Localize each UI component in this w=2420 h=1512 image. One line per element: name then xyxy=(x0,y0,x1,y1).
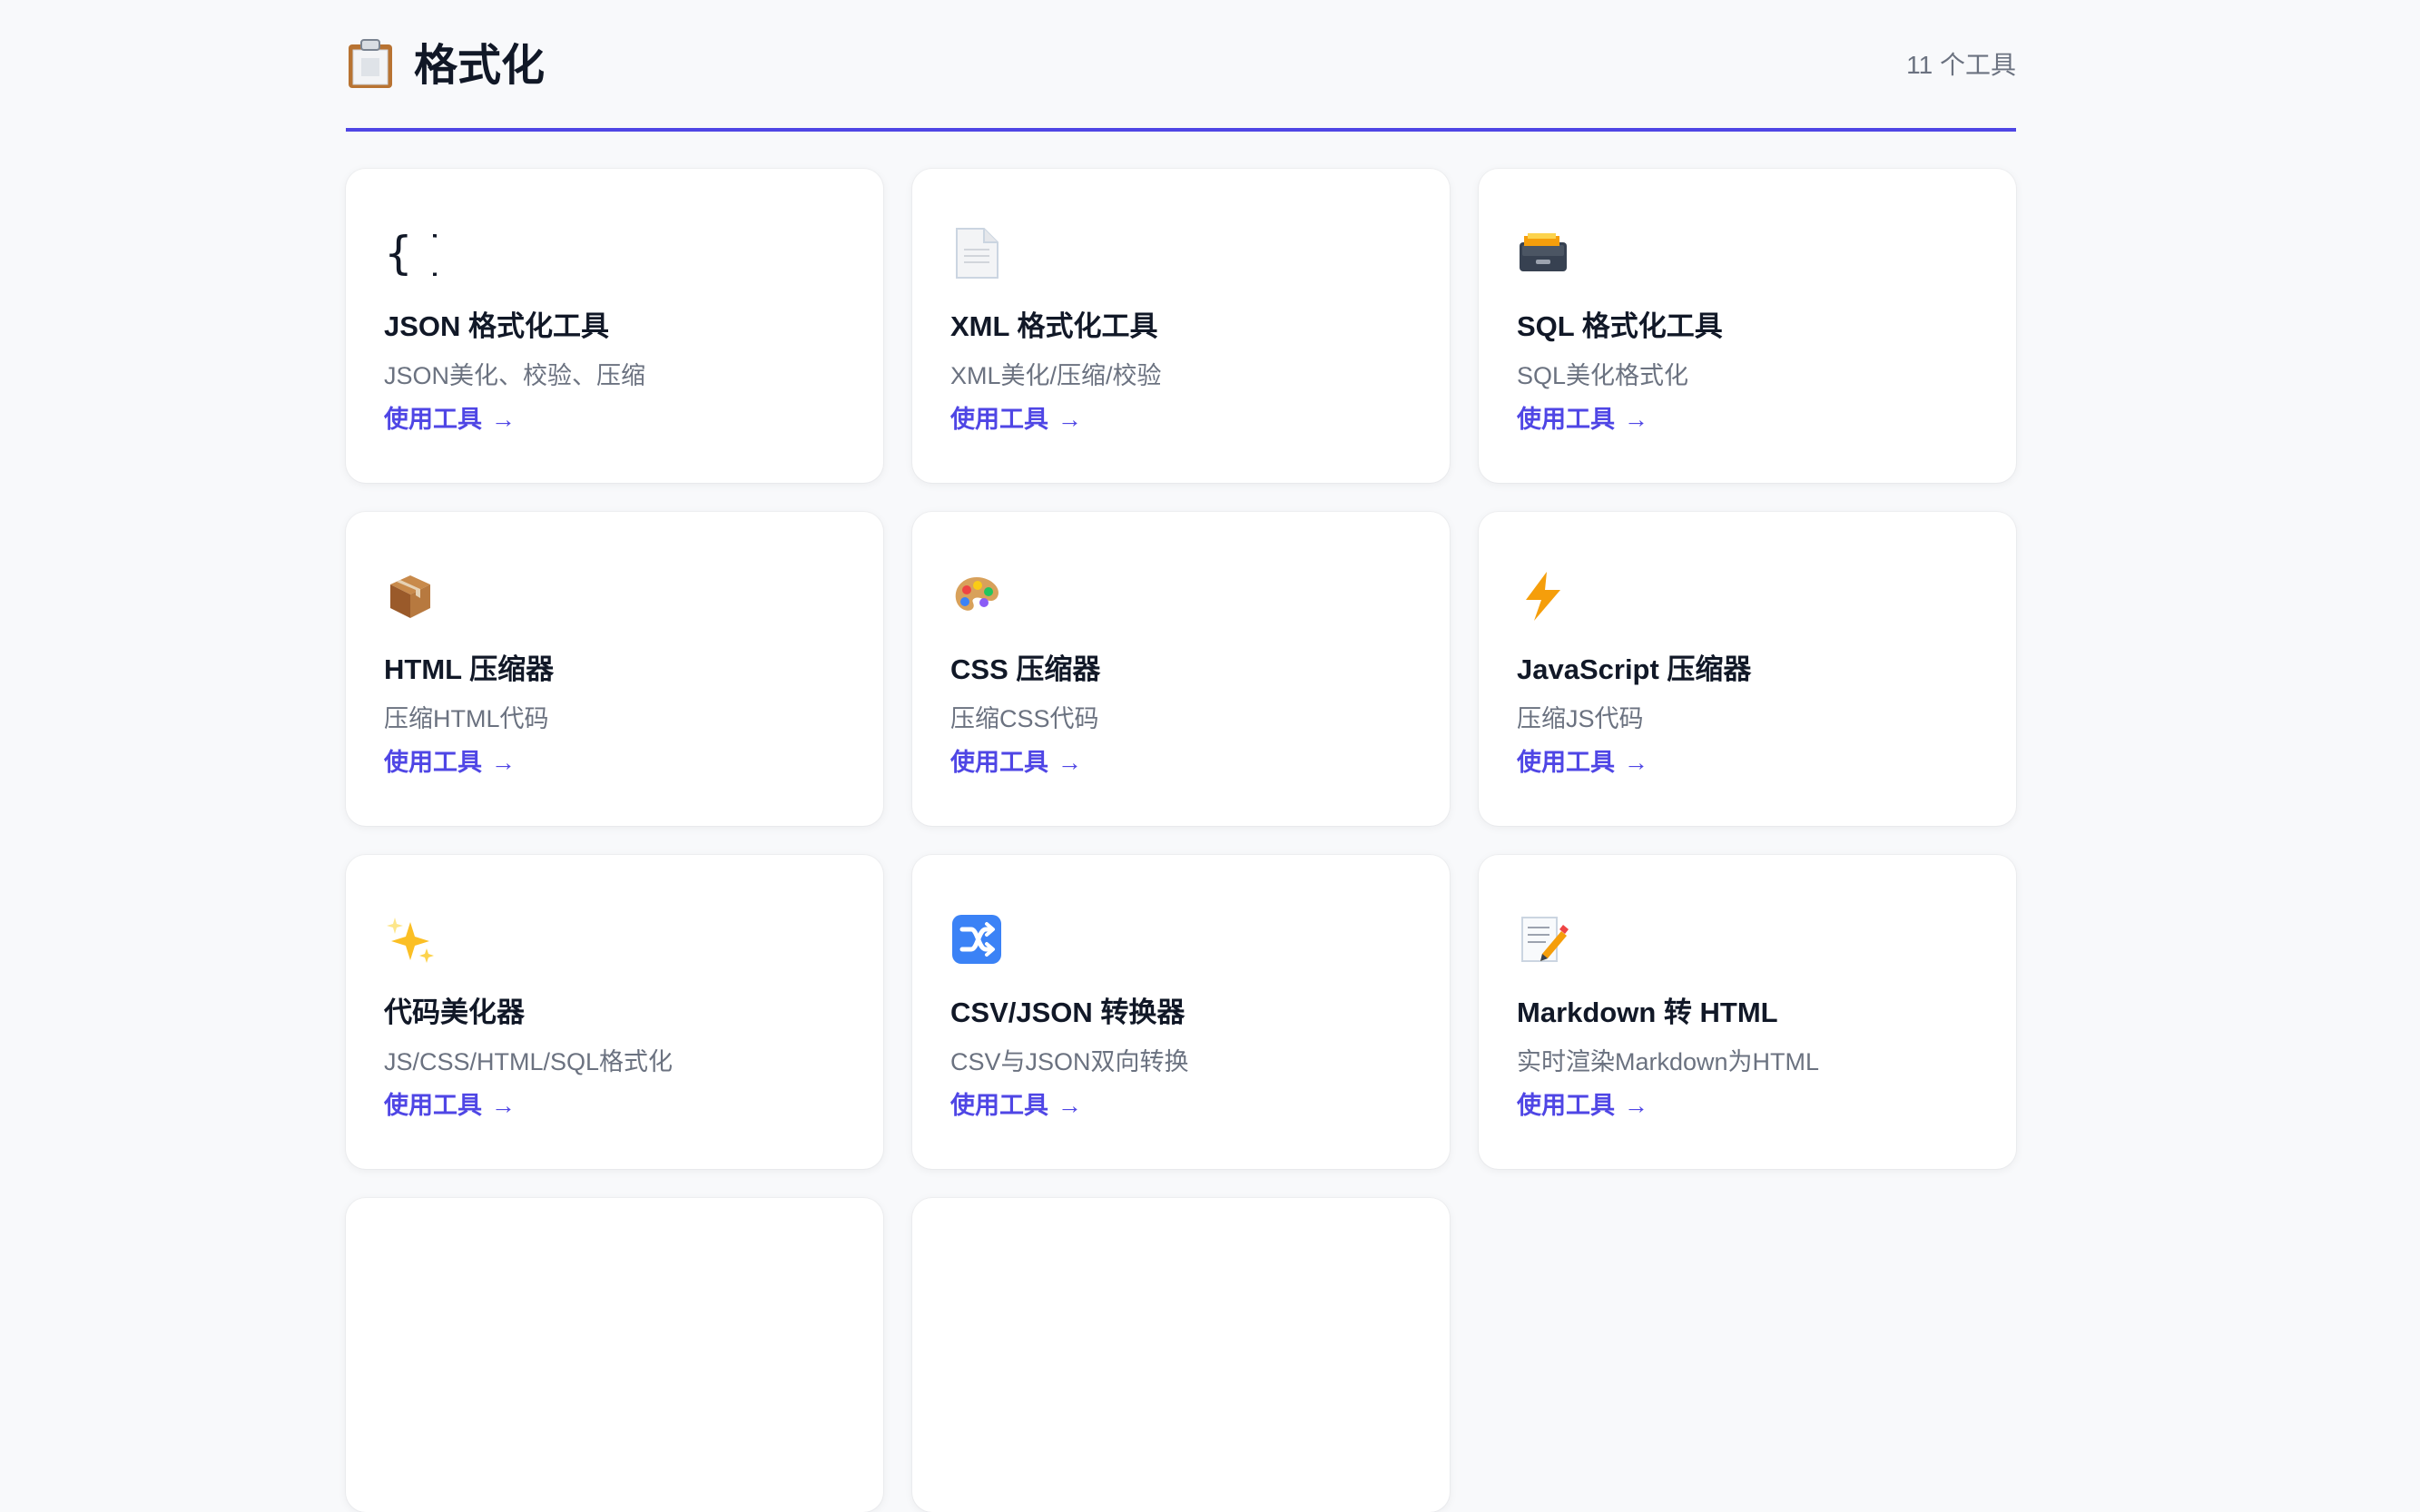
arrow-right-icon: → xyxy=(1624,749,1648,776)
use-tool-label: 使用工具 xyxy=(1517,749,1615,776)
arrow-right-icon: → xyxy=(1058,749,1082,776)
use-tool-label: 使用工具 xyxy=(384,749,482,776)
arrow-right-icon: → xyxy=(491,406,516,433)
arrow-right-icon: → xyxy=(1058,1092,1082,1119)
tool-card-markdown-to-html[interactable]: Markdown 转 HTML 实时渲染Markdown为HTML 使用工具 → xyxy=(1479,855,2016,1169)
tool-title: JavaScript 压缩器 xyxy=(1517,653,1752,685)
tool-card-csv-json-converter[interactable]: CSV/JSON 转换器 CSV与JSON双向转换 使用工具 → xyxy=(912,855,1450,1169)
tool-title: SQL 格式化工具 xyxy=(1517,310,1723,342)
tool-description: 实时渲染Markdown为HTML xyxy=(1517,1048,1820,1075)
arrow-right-icon: → xyxy=(491,749,516,776)
svg-text:{ }: { } xyxy=(384,227,437,280)
use-tool-link[interactable]: 使用工具 → xyxy=(950,403,1082,436)
use-tool-label: 使用工具 xyxy=(384,1092,482,1119)
use-tool-link[interactable]: 使用工具 → xyxy=(1517,746,1648,779)
use-tool-link[interactable]: 使用工具 → xyxy=(384,1089,516,1122)
use-tool-label: 使用工具 xyxy=(1517,1092,1615,1119)
tool-card-css-minifier[interactable]: CSS 压缩器 压缩CSS代码 使用工具 → xyxy=(912,512,1450,826)
section-header: 格式化 11 个工具 xyxy=(346,0,2016,132)
package-icon xyxy=(390,575,430,618)
lightning-icon xyxy=(1526,572,1560,621)
tool-description: JS/CSS/HTML/SQL格式化 xyxy=(384,1048,674,1075)
memo-icon xyxy=(1521,917,1569,962)
tool-card-sql-formatter[interactable]: SQL 格式化工具 SQL美化格式化 使用工具 → xyxy=(1479,169,2016,483)
tool-card-json-formatter[interactable]: { } JSON 格式化工具 JSON美化、校验、压缩 使用工具 → xyxy=(346,169,883,483)
tool-description: 压缩HTML代码 xyxy=(384,705,549,732)
arrow-right-icon: → xyxy=(491,1092,516,1119)
tool-title: CSS 压缩器 xyxy=(950,653,1101,685)
tool-title: XML 格式化工具 xyxy=(950,310,1158,342)
palette-icon xyxy=(955,577,999,611)
tool-card-partial[interactable] xyxy=(912,1198,1450,1512)
arrow-right-icon: → xyxy=(1624,1092,1648,1119)
tool-description: SQL美化格式化 xyxy=(1517,362,1689,389)
page-title: 格式化 xyxy=(414,42,546,90)
tool-count: 11 个工具 xyxy=(1906,51,2016,79)
use-tool-label: 使用工具 xyxy=(950,406,1048,433)
tool-card-javascript-minifier[interactable]: JavaScript 压缩器 压缩JS代码 使用工具 → xyxy=(1479,512,2016,826)
tool-title: HTML 压缩器 xyxy=(384,653,555,685)
tool-description: XML美化/压缩/校验 xyxy=(950,362,1162,389)
tool-description: JSON美化、校验、压缩 xyxy=(384,362,646,389)
tool-title: CSV/JSON 转换器 xyxy=(950,997,1185,1028)
tool-title: Markdown 转 HTML xyxy=(1517,997,1778,1028)
document-icon xyxy=(956,228,998,279)
use-tool-label: 使用工具 xyxy=(950,749,1048,776)
use-tool-link[interactable]: 使用工具 → xyxy=(950,1089,1082,1122)
clipboard-icon xyxy=(349,39,392,88)
formatting-section: 格式化 11 个工具 { } JSON 格式化工具 JSON美化、校验、压缩 使… xyxy=(346,0,2016,1512)
tool-description: 压缩JS代码 xyxy=(1517,705,1644,732)
sparkles-icon xyxy=(387,918,434,963)
use-tool-link[interactable]: 使用工具 → xyxy=(1517,1089,1648,1122)
arrow-right-icon: → xyxy=(1058,406,1082,433)
use-tool-label: 使用工具 xyxy=(950,1092,1048,1119)
tool-title: JSON 格式化工具 xyxy=(384,310,610,342)
use-tool-link[interactable]: 使用工具 → xyxy=(950,746,1082,779)
shuffle-icon xyxy=(952,915,1001,964)
tool-card-code-beautifier[interactable]: 代码美化器 JS/CSS/HTML/SQL格式化 使用工具 → xyxy=(346,855,883,1169)
use-tool-link[interactable]: 使用工具 → xyxy=(384,403,516,436)
tool-description: 压缩CSS代码 xyxy=(950,705,1099,732)
tool-card-xml-formatter[interactable]: XML 格式化工具 XML美化/压缩/校验 使用工具 → xyxy=(912,169,1450,483)
file-cabinet-icon xyxy=(1520,233,1567,271)
use-tool-link[interactable]: 使用工具 → xyxy=(384,746,516,779)
use-tool-label: 使用工具 xyxy=(1517,406,1615,433)
tool-card-partial[interactable] xyxy=(346,1198,883,1512)
use-tool-link[interactable]: 使用工具 → xyxy=(1517,403,1648,436)
use-tool-label: 使用工具 xyxy=(384,406,482,433)
tool-description: CSV与JSON双向转换 xyxy=(950,1048,1189,1075)
tool-grid: { } JSON 格式化工具 JSON美化、校验、压缩 使用工具 → XML 格式… xyxy=(346,169,2016,1512)
tool-card-html-minifier[interactable]: HTML 压缩器 压缩HTML代码 使用工具 → xyxy=(346,512,883,826)
tool-title: 代码美化器 xyxy=(384,997,525,1028)
arrow-right-icon: → xyxy=(1624,406,1648,433)
braces-icon: { } xyxy=(384,227,437,280)
